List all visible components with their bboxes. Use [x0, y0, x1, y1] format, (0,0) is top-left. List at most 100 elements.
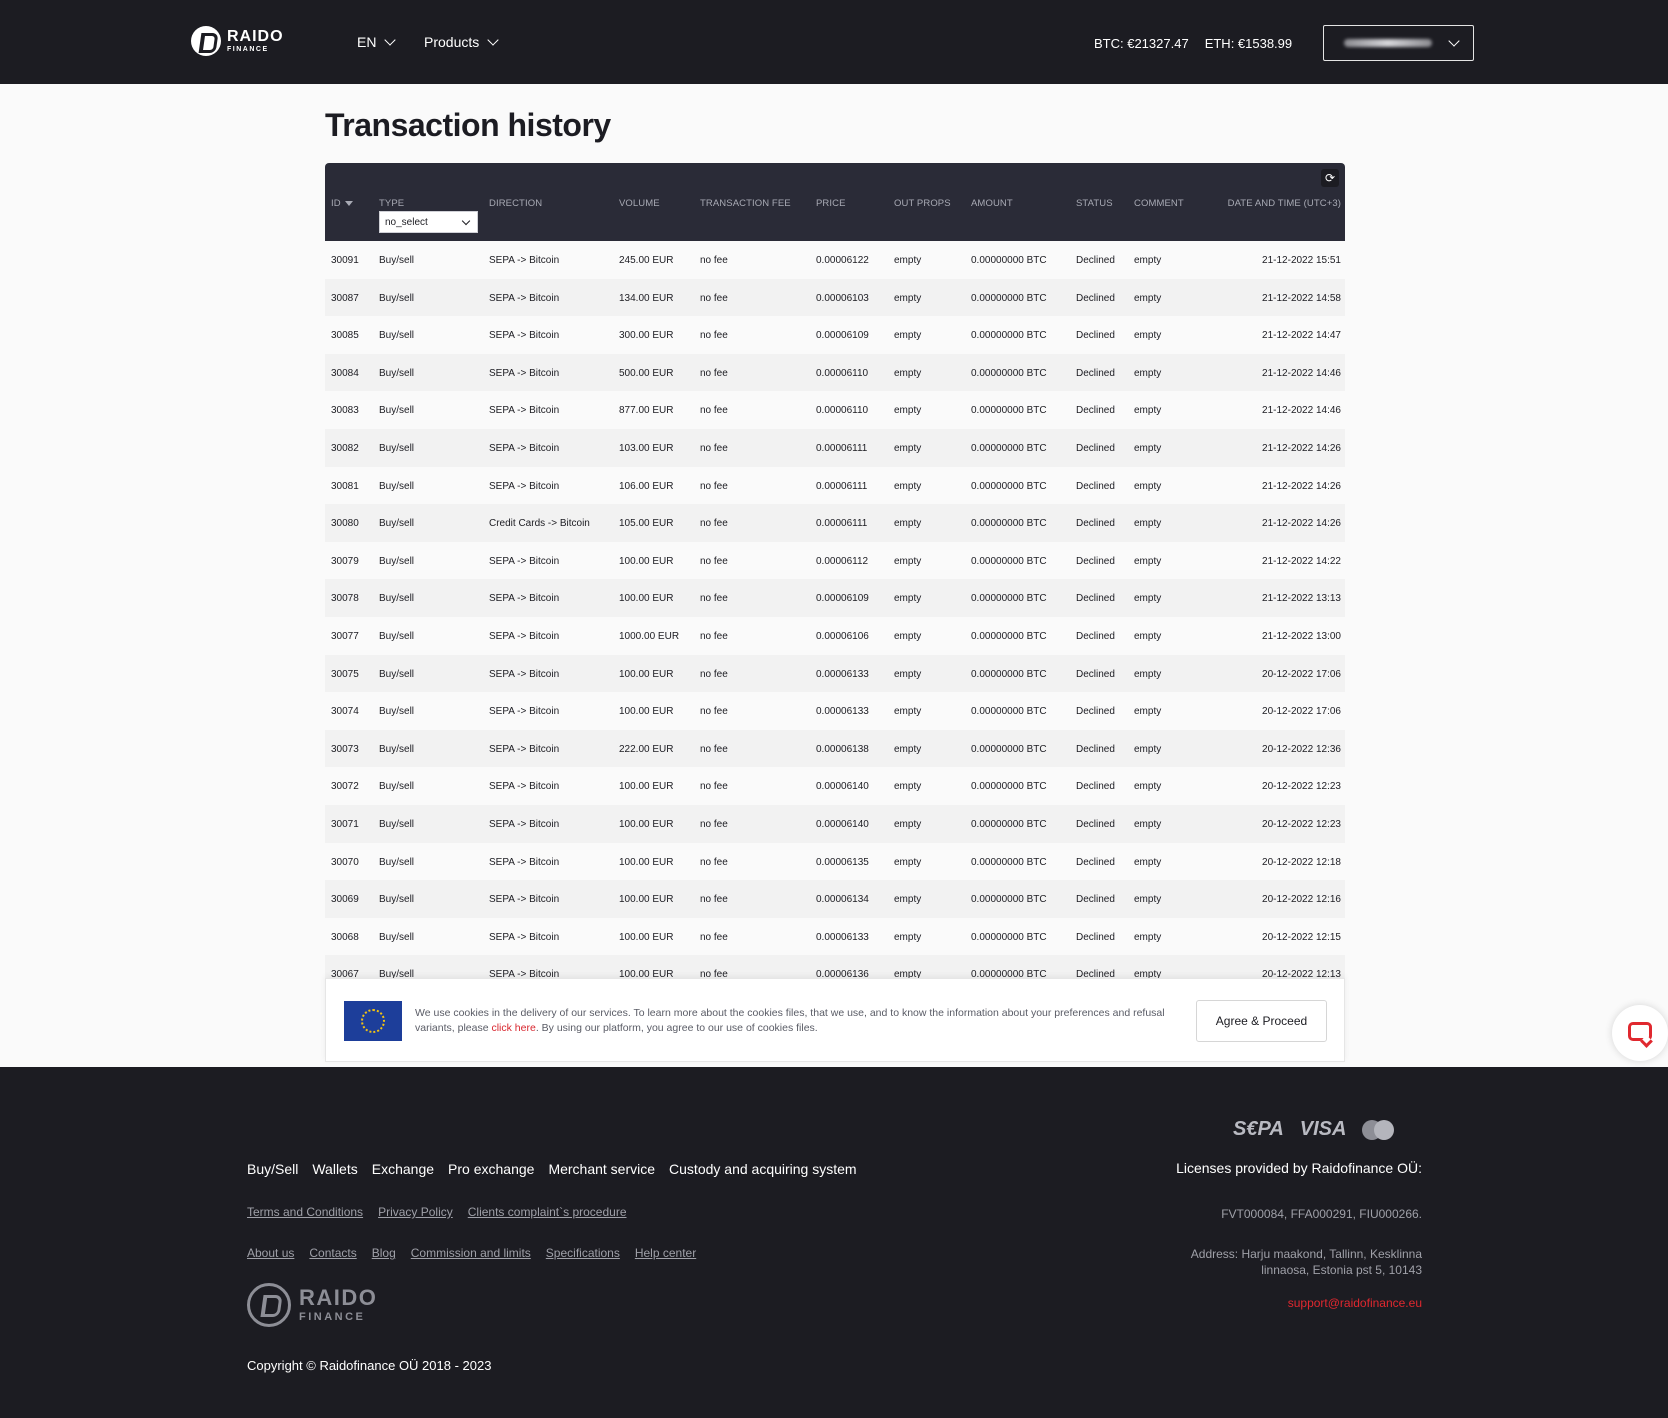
- cell-comment: empty: [1134, 518, 1162, 530]
- table-row[interactable]: 30083 Buy/sell SEPA -> Bitcoin 877.00 EUR no…: [325, 391, 1345, 429]
- column-header-price: PRICE: [816, 198, 846, 209]
- cell-volume: 100.00 EUR: [619, 894, 674, 906]
- raido-finance-logo[interactable]: RAIDO FINANCE: [191, 26, 284, 56]
- footer-link-complaints[interactable]: Clients complaint`s procedure: [468, 1205, 627, 1219]
- cell-amount: 0.00000000 BTC: [971, 292, 1047, 304]
- table-row[interactable]: 30082 Buy/sell SEPA -> Bitcoin 103.00 EUR no…: [325, 428, 1345, 467]
- table-row[interactable]: 30081 Buy/sell SEPA -> Bitcoin 106.00 EUR no…: [325, 466, 1345, 505]
- cell-type: Buy/sell: [379, 555, 415, 567]
- table-row[interactable]: 30079 Buy/sell SEPA -> Bitcoin 100.00 EUR no…: [325, 541, 1345, 580]
- cell-id: 30080: [331, 518, 359, 530]
- cell-volume: 100.00 EUR: [619, 593, 674, 605]
- cell-date: 20-12-2022 12:36: [1262, 743, 1341, 755]
- cell-direction: SEPA -> Bitcoin: [489, 706, 560, 718]
- cell-direction: Credit Cards -> Bitcoin: [489, 518, 590, 530]
- footer-link-blog[interactable]: Blog: [372, 1246, 396, 1260]
- cell-status: Declined: [1076, 630, 1115, 642]
- cell-price: 0.00006122: [816, 255, 869, 266]
- company-address: Address: Harju maakond, Tallinn, Kesklin…: [1190, 1247, 1422, 1277]
- table-row[interactable]: 30078 Buy/sell SEPA -> Bitcoin 100.00 EUR no…: [325, 579, 1345, 617]
- footer-logo-sub: FINANCE: [299, 1311, 366, 1323]
- cell-direction: SEPA -> Bitcoin: [489, 442, 560, 454]
- cell-direction: SEPA -> Bitcoin: [489, 894, 560, 906]
- cell-comment: empty: [1134, 367, 1162, 379]
- footer-link-wallets[interactable]: Wallets: [312, 1161, 357, 1177]
- table-row[interactable]: 30075 Buy/sell SEPA -> Bitcoin 100.00 EUR no…: [325, 654, 1345, 693]
- agree-proceed-button[interactable]: Agree & Proceed: [1196, 1000, 1327, 1042]
- table-row[interactable]: 30067 Buy/sell SEPA -> Bitcoin 100.00 EUR no…: [325, 955, 1345, 978]
- cell-out-props: empty: [894, 931, 922, 943]
- cell-out-props: empty: [894, 894, 922, 906]
- cell-id: 30082: [331, 442, 359, 454]
- table-row[interactable]: 30091 Buy/sell SEPA -> Bitcoin 245.00 EUR no…: [325, 241, 1345, 279]
- cell-direction: SEPA -> Bitcoin: [489, 593, 560, 605]
- cell-out-props: empty: [894, 555, 922, 567]
- cell-type: Buy/sell: [379, 330, 415, 342]
- table-row[interactable]: 30069 Buy/sell SEPA -> Bitcoin 100.00 EUR no…: [325, 880, 1345, 918]
- table-row[interactable]: 30087 Buy/sell SEPA -> Bitcoin 134.00 EUR no…: [325, 278, 1345, 317]
- footer-link-commission[interactable]: Commission and limits: [411, 1246, 531, 1260]
- cell-volume: 222.00 EUR: [619, 743, 674, 755]
- refresh-icon[interactable]: ⟳: [1321, 169, 1339, 187]
- footer-logo: RAIDO FINANCE: [247, 1283, 377, 1327]
- cell-comment: empty: [1134, 292, 1162, 304]
- cell-amount: 0.00000000 BTC: [971, 405, 1047, 417]
- footer-link-pro-exchange[interactable]: Pro exchange: [448, 1161, 534, 1177]
- footer-link-terms[interactable]: Terms and Conditions: [247, 1205, 363, 1219]
- type-filter-select[interactable]: no_select: [379, 211, 478, 233]
- footer-link-exchange[interactable]: Exchange: [372, 1161, 434, 1177]
- cell-date: 21-12-2022 13:00: [1262, 630, 1341, 642]
- cell-out-props: empty: [894, 706, 922, 718]
- table-row[interactable]: 30071 Buy/sell SEPA -> Bitcoin 100.00 EUR no…: [325, 804, 1345, 843]
- cell-id: 30081: [331, 480, 359, 492]
- footer-link-privacy[interactable]: Privacy Policy: [378, 1205, 453, 1219]
- cell-status: Declined: [1076, 555, 1115, 567]
- chat-button[interactable]: [1612, 1005, 1668, 1061]
- account-dropdown[interactable]: [1323, 25, 1474, 61]
- cell-fee: no fee: [700, 593, 728, 605]
- footer-link-specifications[interactable]: Specifications: [546, 1246, 620, 1260]
- footer-link-contacts[interactable]: Contacts: [309, 1246, 356, 1260]
- cell-price: 0.00006133: [816, 706, 869, 718]
- column-header-id[interactable]: ID: [331, 198, 353, 209]
- products-menu[interactable]: Products: [424, 33, 499, 50]
- cell-fee: no fee: [700, 367, 728, 379]
- cell-type: Buy/sell: [379, 931, 415, 943]
- cell-fee: no fee: [700, 743, 728, 755]
- table-row[interactable]: 30084 Buy/sell SEPA -> Bitcoin 500.00 EUR no…: [325, 353, 1345, 392]
- footer-link-buy-sell[interactable]: Buy/Sell: [247, 1161, 298, 1177]
- cell-date: 20-12-2022 12:23: [1262, 781, 1341, 793]
- cell-direction: SEPA -> Bitcoin: [489, 480, 560, 492]
- cookie-click-here-link[interactable]: click here: [491, 1022, 535, 1034]
- payment-methods: S€PA VISA: [1233, 1118, 1395, 1141]
- support-email-link[interactable]: support@raidofinance.eu: [1288, 1296, 1422, 1310]
- table-row[interactable]: 30073 Buy/sell SEPA -> Bitcoin 222.00 EUR no…: [325, 729, 1345, 768]
- table-row[interactable]: 30072 Buy/sell SEPA -> Bitcoin 100.00 EUR no…: [325, 767, 1345, 805]
- cell-date: 20-12-2022 12:13: [1262, 969, 1341, 978]
- cell-price: 0.00006136: [816, 969, 869, 978]
- cell-status: Declined: [1076, 931, 1115, 943]
- cell-out-props: empty: [894, 480, 922, 492]
- cell-status: Declined: [1076, 480, 1115, 492]
- footer-link-custody[interactable]: Custody and acquiring system: [669, 1161, 857, 1177]
- footer-link-help[interactable]: Help center: [635, 1246, 696, 1260]
- footer-link-about[interactable]: About us: [247, 1246, 294, 1260]
- cell-amount: 0.00000000 BTC: [971, 931, 1047, 943]
- table-row[interactable]: 30077 Buy/sell SEPA -> Bitcoin 1000.00 EUR n…: [325, 616, 1345, 655]
- cell-type: Buy/sell: [379, 518, 415, 530]
- chevron-down-icon: [1448, 34, 1460, 47]
- table-row[interactable]: 30074 Buy/sell SEPA -> Bitcoin 100.00 EUR no…: [325, 692, 1345, 730]
- cell-comment: empty: [1134, 555, 1162, 567]
- cell-type: Buy/sell: [379, 706, 415, 718]
- cell-type: Buy/sell: [379, 781, 415, 793]
- footer-link-merchant-service[interactable]: Merchant service: [548, 1161, 655, 1177]
- eth-rate: ETH: €1538.99: [1204, 36, 1293, 51]
- logo-sub: FINANCE: [227, 46, 269, 53]
- table-row[interactable]: 30070 Buy/sell SEPA -> Bitcoin 100.00 EUR no…: [325, 842, 1345, 881]
- cell-volume: 100.00 EUR: [619, 555, 674, 567]
- table-row[interactable]: 30080 Buy/sell Credit Cards -> Bitcoin 105.…: [325, 504, 1345, 542]
- crypto-rates: BTC: €21327.47 ETH: €1538.99: [1094, 36, 1292, 51]
- table-row[interactable]: 30085 Buy/sell SEPA -> Bitcoin 300.00 EUR no…: [325, 316, 1345, 354]
- language-selector[interactable]: EN: [357, 33, 397, 50]
- table-row[interactable]: 30068 Buy/sell SEPA -> Bitcoin 100.00 EUR no…: [325, 917, 1345, 956]
